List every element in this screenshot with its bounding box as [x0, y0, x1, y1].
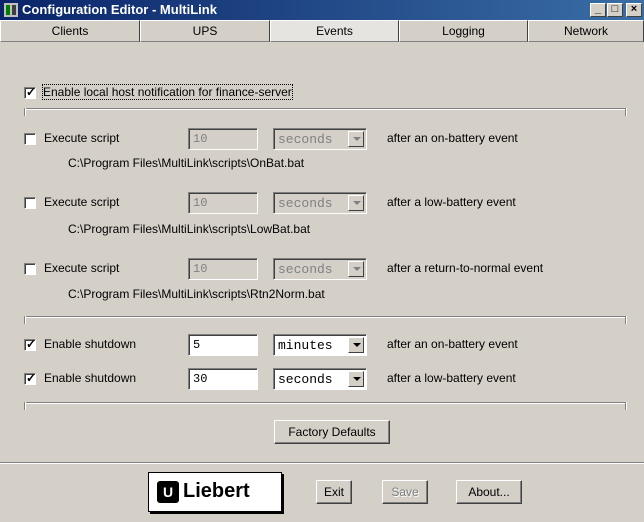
tab-strip: Clients UPS Events Logging Network	[0, 20, 644, 42]
window-title: Configuration Editor - MultiLink	[22, 2, 217, 17]
dropdown-arrow-icon[interactable]	[348, 131, 364, 147]
shutdown-lowbat-checkbox[interactable]: ✓	[24, 371, 37, 385]
script-onbat-delay-input[interactable]: 10	[188, 128, 258, 150]
shutdown-onbat-label: Enable shutdown	[44, 337, 137, 351]
tab-logging[interactable]: Logging	[399, 20, 528, 42]
separator	[24, 316, 627, 318]
save-button[interactable]: Save	[382, 480, 428, 504]
separator	[24, 402, 627, 404]
script-rtn2norm-event-label: after a return-to-normal event	[387, 261, 544, 275]
title-bar[interactable]: Configuration Editor - MultiLink _ □ ×	[0, 0, 644, 20]
shutdown-onbat-delay-input[interactable]: 5	[188, 334, 258, 356]
dropdown-arrow-icon[interactable]	[348, 371, 364, 387]
script-rtn2norm-checkbox[interactable]	[24, 263, 36, 275]
shutdown-lowbat-unit-select[interactable]: seconds	[273, 368, 367, 390]
shutdown-onbat-event-label: after an on-battery event	[387, 337, 518, 351]
tab-ups[interactable]: UPS	[140, 20, 270, 42]
bottom-separator	[0, 462, 644, 464]
configuration-editor-window: Configuration Editor - MultiLink _ □ × C…	[0, 0, 644, 522]
separator-edge	[625, 402, 627, 410]
separator-edge	[24, 108, 26, 116]
script-onbat-event-label: after an on-battery event	[387, 131, 518, 145]
script-rtn2norm-unit-select[interactable]: seconds	[273, 258, 367, 280]
notification-checkbox[interactable]: ✓	[24, 85, 37, 99]
dropdown-arrow-icon[interactable]	[348, 195, 364, 211]
maximize-button[interactable]: □	[607, 3, 623, 17]
script-lowbat-checkbox[interactable]	[24, 197, 36, 209]
separator-edge	[625, 108, 627, 116]
check-icon: ✓	[26, 85, 37, 99]
factory-defaults-button[interactable]: Factory Defaults	[274, 420, 390, 444]
script-rtn2norm-delay-input[interactable]: 10	[188, 258, 258, 280]
liebert-logo-icon: U	[157, 481, 179, 503]
tab-clients[interactable]: Clients	[0, 20, 140, 42]
script-rtn2norm-label: Execute script	[44, 261, 120, 275]
script-onbat-unit-select[interactable]: seconds	[273, 128, 367, 150]
close-button[interactable]: ×	[626, 3, 642, 17]
script-onbat-checkbox[interactable]	[24, 133, 36, 145]
tab-events[interactable]: Events	[270, 20, 399, 42]
separator	[24, 108, 627, 110]
shutdown-lowbat-label: Enable shutdown	[44, 371, 137, 385]
liebert-logo-text: Liebert	[183, 480, 250, 502]
dropdown-arrow-icon[interactable]	[348, 261, 364, 277]
exit-button[interactable]: Exit	[316, 480, 352, 504]
script-onbat-label: Execute script	[44, 131, 120, 145]
script-lowbat-unit-select[interactable]: seconds	[273, 192, 367, 214]
script-onbat-path: C:\Program Files\MultiLink\scripts\OnBat…	[68, 156, 305, 170]
shutdown-lowbat-delay-input[interactable]: 30	[188, 368, 258, 390]
events-panel: ✓ Enable local host notification for fin…	[12, 52, 632, 452]
script-lowbat-path: C:\Program Files\MultiLink\scripts\LowBa…	[68, 222, 311, 236]
shutdown-lowbat-event-label: after a low-battery event	[387, 371, 516, 385]
script-lowbat-delay-input[interactable]: 10	[188, 192, 258, 214]
shutdown-onbat-unit-select[interactable]: minutes	[273, 334, 367, 356]
app-icon	[4, 3, 18, 17]
separator-edge	[625, 316, 627, 324]
script-rtn2norm-path: C:\Program Files\MultiLink\scripts\Rtn2N…	[68, 287, 325, 301]
check-icon: ✓	[26, 337, 37, 351]
script-lowbat-label: Execute script	[44, 195, 120, 209]
separator-edge	[24, 402, 26, 410]
dropdown-arrow-icon[interactable]	[348, 337, 364, 353]
tab-network[interactable]: Network	[528, 20, 644, 42]
check-icon: ✓	[26, 371, 37, 385]
liebert-logo: U Liebert	[148, 472, 282, 512]
about-button[interactable]: About...	[456, 480, 522, 504]
minimize-button[interactable]: _	[590, 3, 606, 17]
script-lowbat-event-label: after a low-battery event	[387, 195, 516, 209]
separator-edge	[24, 316, 26, 324]
notification-label[interactable]: Enable local host notification for finan…	[42, 84, 293, 100]
shutdown-onbat-checkbox[interactable]: ✓	[24, 337, 37, 351]
